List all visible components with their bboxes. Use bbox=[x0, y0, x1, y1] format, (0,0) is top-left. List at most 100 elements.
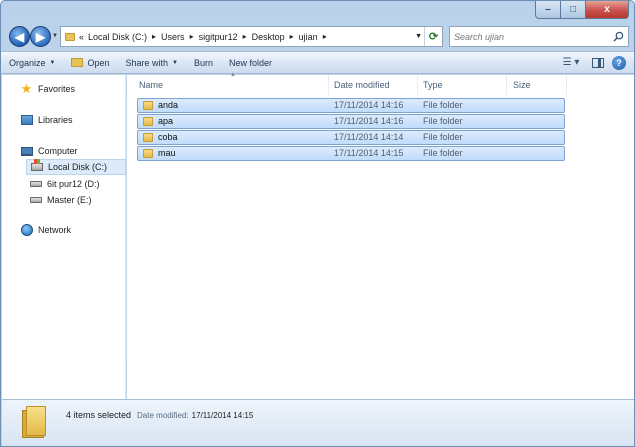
table-row[interactable]: apa 17/11/2014 14:16 File folder bbox=[137, 114, 565, 129]
breadcrumb: « Local Disk (C:) ▸ Users ▸ sigitpur12 ▸… bbox=[79, 32, 332, 42]
organize-button[interactable]: Organize ▼ bbox=[1, 52, 63, 73]
sidebar-item-label: Local Disk (C:) bbox=[48, 162, 108, 172]
file-date: 17/11/2014 14:14 bbox=[334, 132, 404, 142]
column-header-size[interactable]: Size bbox=[507, 75, 567, 95]
address-bar[interactable]: « Local Disk (C:) ▸ Users ▸ sigitpur12 ▸… bbox=[60, 26, 443, 47]
breadcrumb-users[interactable]: Users bbox=[161, 32, 185, 42]
refresh-icon[interactable]: ⟳ bbox=[424, 27, 442, 46]
sidebar-item-network[interactable]: Network bbox=[20, 222, 71, 238]
explorer-window: – □ x ◀ ▶ ▼ « Local Disk (C:) ▸ Users ▸ … bbox=[0, 0, 635, 447]
file-name-cell: coba bbox=[143, 132, 178, 142]
file-name: anda bbox=[158, 100, 179, 110]
open-label: Open bbox=[87, 57, 110, 68]
open-button[interactable]: Open bbox=[63, 52, 117, 73]
burn-label: Burn bbox=[194, 57, 214, 68]
sidebar-item-local-disk[interactable]: Local Disk (C:) bbox=[26, 159, 126, 175]
folder-icon bbox=[22, 406, 46, 438]
table-row[interactable]: anda 17/11/2014 14:16 File folder bbox=[137, 98, 565, 113]
breadcrumb-user[interactable]: sigitpur12 bbox=[199, 32, 238, 42]
file-name-cell: apa bbox=[143, 116, 173, 126]
close-button[interactable]: x bbox=[586, 1, 629, 19]
column-header-name[interactable]: ▲ Name bbox=[127, 72, 329, 95]
recent-pages-dropdown-icon[interactable]: ▼ bbox=[52, 33, 58, 39]
forward-button[interactable]: ▶ bbox=[30, 26, 51, 47]
chevron-down-icon: ▼ bbox=[49, 59, 56, 66]
file-name: apa bbox=[158, 116, 174, 126]
folder-icon bbox=[65, 32, 75, 41]
preview-pane-icon[interactable] bbox=[592, 57, 604, 68]
folder-icon bbox=[143, 100, 153, 110]
window-controls: – □ x bbox=[535, 1, 629, 19]
breadcrumb-desktop[interactable]: Desktop bbox=[252, 32, 285, 42]
table-row[interactable]: coba 17/11/2014 14:14 File folder bbox=[137, 130, 565, 145]
command-bar: Organize ▼ Open Share with ▼ Burn New fo… bbox=[1, 51, 634, 74]
new-folder-label: New folder bbox=[229, 57, 273, 68]
file-name-cell: mau bbox=[143, 148, 176, 158]
address-history-dropdown-icon[interactable]: ▼ bbox=[415, 33, 422, 40]
breadcrumb-chevron-icon[interactable]: ▸ bbox=[323, 32, 327, 41]
sidebar-item-drive-e[interactable]: Master (E:) bbox=[29, 192, 92, 208]
selection-count: 4 items selected bbox=[66, 410, 132, 420]
star-icon: ★ bbox=[20, 81, 33, 96]
sidebar-item-libraries[interactable]: Libraries bbox=[20, 112, 73, 128]
sidebar-item-drive-d[interactable]: 6it pur12 (D:) bbox=[29, 176, 100, 192]
file-name: coba bbox=[158, 132, 178, 142]
column-header-type[interactable]: Type bbox=[418, 75, 507, 95]
breadcrumb-overflow[interactable]: « bbox=[79, 32, 84, 42]
navigation-bar: ◀ ▶ ▼ « Local Disk (C:) ▸ Users ▸ sigitp… bbox=[1, 23, 634, 49]
breadcrumb-ujian[interactable]: ujian bbox=[299, 32, 318, 42]
column-header-label: Name bbox=[139, 80, 164, 90]
file-list: ▲ Name Date modified Type Size anda 17/1… bbox=[127, 72, 634, 399]
breadcrumb-chevron-icon[interactable]: ▸ bbox=[243, 32, 247, 41]
new-folder-button[interactable]: New folder bbox=[221, 52, 280, 73]
maximize-button[interactable]: □ bbox=[561, 1, 586, 19]
date-modified-label: Date modified: bbox=[137, 411, 189, 420]
chevron-down-icon: ▼ bbox=[172, 59, 178, 66]
column-header-label: Type bbox=[423, 80, 443, 90]
sidebar-item-favorites[interactable]: ★ Favorites bbox=[20, 81, 75, 97]
share-with-button[interactable]: Share with ▼ bbox=[118, 52, 186, 73]
sidebar-item-label: Computer bbox=[38, 146, 78, 156]
computer-icon bbox=[20, 145, 33, 157]
sidebar-item-label: 6it pur12 (D:) bbox=[47, 179, 100, 189]
sidebar-item-label: Favorites bbox=[38, 84, 76, 94]
drive-icon bbox=[29, 194, 42, 206]
details-pane: 4 items selected Date modified: 17/11/20… bbox=[2, 399, 634, 446]
breadcrumb-local-disk[interactable]: Local Disk (C:) bbox=[88, 32, 147, 42]
open-folder-icon bbox=[71, 58, 84, 67]
file-name: mau bbox=[158, 148, 176, 158]
file-type: File folder bbox=[423, 100, 463, 110]
title-bar: – □ x bbox=[1, 1, 634, 21]
file-date: 17/11/2014 14:16 bbox=[334, 116, 404, 126]
file-type: File folder bbox=[423, 116, 463, 126]
folder-icon bbox=[143, 148, 153, 158]
folder-icon bbox=[143, 116, 153, 126]
breadcrumb-chevron-icon[interactable]: ▸ bbox=[152, 32, 156, 41]
breadcrumb-chevron-icon[interactable]: ▸ bbox=[190, 32, 194, 41]
column-header-label: Date modified bbox=[334, 80, 390, 90]
search-input[interactable] bbox=[454, 29, 604, 44]
sidebar-item-computer[interactable]: Computer bbox=[20, 143, 78, 159]
minimize-button[interactable]: – bbox=[535, 1, 561, 19]
breadcrumb-chevron-icon[interactable]: ▸ bbox=[290, 32, 294, 41]
sidebar-item-label: Master (E:) bbox=[47, 195, 92, 205]
drive-c-icon bbox=[30, 159, 43, 173]
sort-ascending-icon: ▲ bbox=[230, 72, 236, 78]
file-date: 17/11/2014 14:16 bbox=[334, 100, 404, 110]
table-row[interactable]: mau 17/11/2014 14:15 File folder bbox=[137, 146, 565, 161]
folder-icon bbox=[143, 132, 153, 142]
share-with-label: Share with bbox=[125, 57, 169, 68]
network-icon bbox=[20, 224, 33, 236]
library-icon bbox=[20, 114, 33, 126]
back-button[interactable]: ◀ bbox=[9, 26, 30, 47]
search-icon[interactable] bbox=[613, 31, 624, 42]
file-type: File folder bbox=[423, 132, 463, 142]
search-box[interactable] bbox=[449, 26, 629, 47]
sidebar-item-label: Network bbox=[38, 225, 72, 235]
change-view-icon[interactable]: ☰ ▾ bbox=[558, 57, 584, 68]
column-header-date[interactable]: Date modified bbox=[329, 75, 418, 95]
selection-summary: 4 items selected Date modified: 17/11/20… bbox=[66, 410, 253, 420]
help-icon[interactable]: ? bbox=[612, 55, 626, 70]
burn-button[interactable]: Burn bbox=[186, 52, 221, 73]
organize-label: Organize bbox=[9, 57, 46, 68]
